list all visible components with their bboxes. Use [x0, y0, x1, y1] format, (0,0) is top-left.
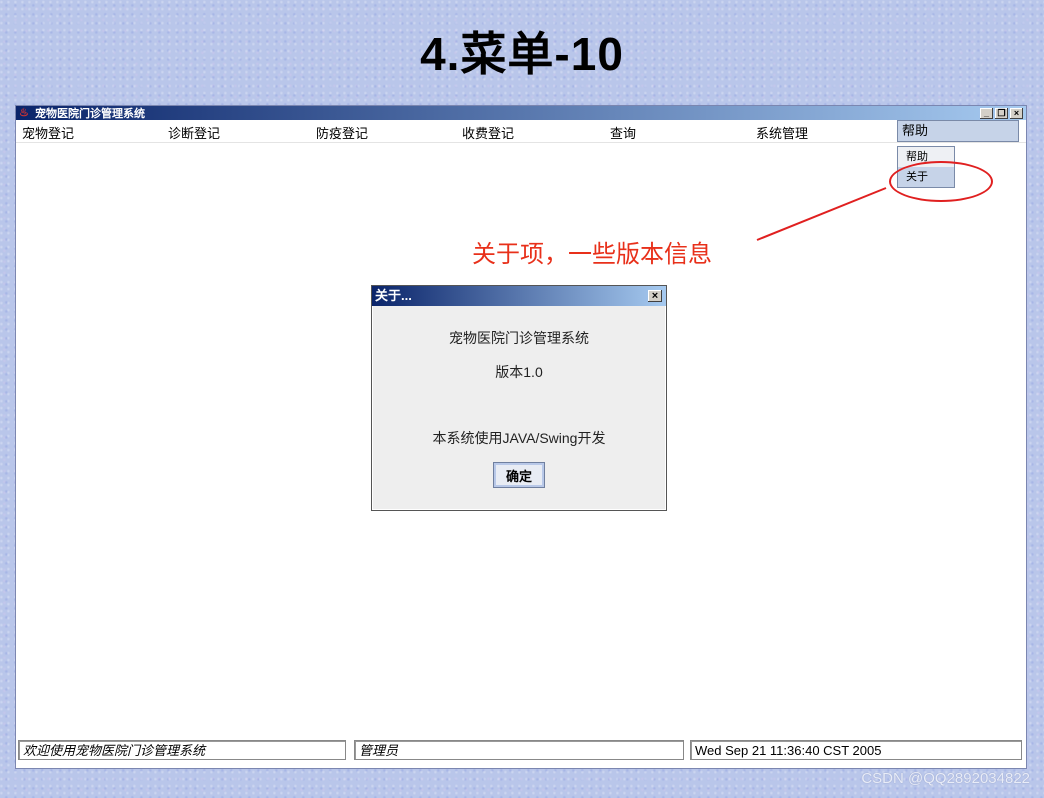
dialog-title: 关于... — [375, 288, 412, 303]
dialog-version: 版本1.0 — [495, 364, 543, 380]
dialog-close-button[interactable]: × — [648, 290, 662, 302]
dialog-app-name: 宠物医院门诊管理系统 — [449, 330, 589, 346]
dialog-tech-info: 本系统使用JAVA/Swing开发 — [432, 430, 606, 446]
annotation-text: 关于项，一些版本信息 — [472, 240, 712, 268]
about-dialog: 关于... × 宠物医院门诊管理系统 版本1.0 本系统使用JAVA/Swing… — [372, 286, 666, 510]
watermark: CSDN @QQ2892034822 — [861, 770, 1030, 787]
status-welcome: 欢迎使用宠物医院门诊管理系统 — [18, 740, 346, 760]
slide-title: 4.菜单-10 — [420, 28, 624, 80]
status-datetime: Wed Sep 21 11:36:40 CST 2005 — [690, 740, 1022, 760]
status-user: 管理员 — [354, 740, 684, 760]
statusbar: 欢迎使用宠物医院门诊管理系统 管理员 Wed Sep 21 11:36:40 C… — [16, 738, 1026, 762]
dialog-titlebar[interactable]: 关于... × — [372, 286, 666, 306]
app-window: ♨ 宠物医院门诊管理系统 _ ❐ × 宠物登记 诊断登记 防疫登记 收费登记 查… — [16, 106, 1026, 768]
annotation-arrow-line — [756, 187, 887, 241]
ok-button[interactable]: 确定 — [493, 462, 545, 488]
